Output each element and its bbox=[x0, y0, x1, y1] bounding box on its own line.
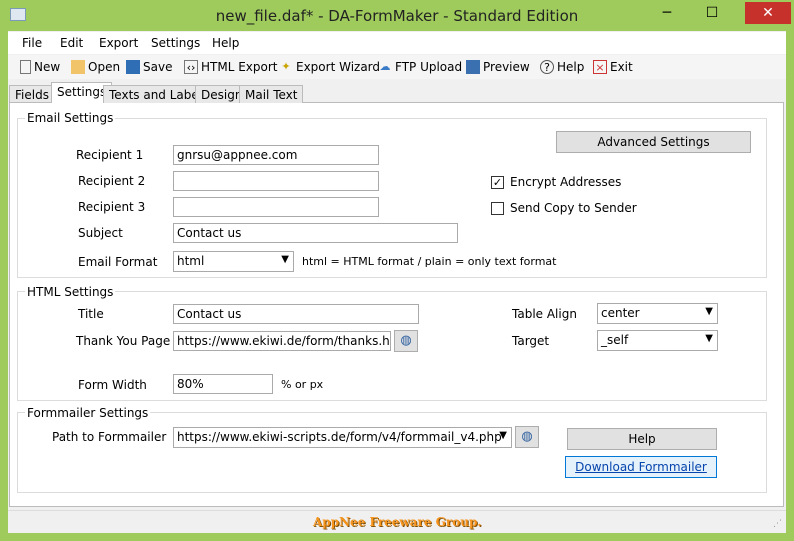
send-copy-checkbox[interactable] bbox=[491, 202, 504, 215]
tab-mail-text[interactable]: Mail Text bbox=[239, 85, 304, 103]
recipient2-input[interactable] bbox=[173, 171, 379, 191]
menu-edit[interactable]: Edit bbox=[60, 36, 83, 50]
chevron-down-icon: ▼ bbox=[705, 306, 713, 317]
label: Email Format bbox=[78, 255, 158, 269]
chevron-down-icon: ▼ bbox=[705, 333, 713, 344]
save-icon bbox=[126, 60, 140, 74]
new-file-icon bbox=[20, 60, 31, 74]
wizard-wand-icon: ✦ bbox=[281, 60, 291, 73]
label: Subject bbox=[78, 226, 123, 240]
globe-icon: ◍ bbox=[521, 429, 533, 444]
thanks-page-input[interactable]: https://www.ekiwi.de/form/thanks.htm bbox=[173, 331, 391, 351]
open-button[interactable]: Open bbox=[71, 60, 120, 74]
label: Form Width bbox=[78, 378, 147, 392]
browse-web-button[interactable]: ◍ bbox=[515, 426, 539, 448]
exit-button[interactable]: × Exit bbox=[593, 60, 633, 74]
label: Open bbox=[88, 60, 121, 74]
value: center bbox=[601, 306, 640, 320]
save-button[interactable]: Save bbox=[126, 60, 172, 74]
target-select[interactable]: _self ▼ bbox=[597, 330, 718, 351]
table-align-select[interactable]: center ▼ bbox=[597, 303, 718, 324]
label: FTP Upload bbox=[395, 60, 463, 74]
maximize-button[interactable]: ☐ bbox=[697, 2, 727, 24]
value: _self bbox=[601, 333, 629, 347]
monitor-icon bbox=[466, 60, 480, 74]
encrypt-checkbox[interactable]: ✓ bbox=[491, 176, 504, 189]
help-icon: ? bbox=[540, 60, 554, 74]
status-bar: AppNee Freeware Group. ⋰ bbox=[8, 510, 786, 533]
exit-icon: × bbox=[593, 60, 607, 74]
menu-bar: File Edit Export Settings Help bbox=[8, 32, 786, 54]
form-width-input[interactable]: 80% bbox=[173, 374, 273, 394]
html-export-button[interactable]: ‹› HTML Export bbox=[184, 60, 278, 74]
group-label: Formmailer Settings bbox=[25, 406, 151, 420]
ftp-upload-button[interactable]: ☁ FTP Upload bbox=[378, 60, 463, 74]
email-format-select[interactable]: html ▼ bbox=[173, 251, 294, 272]
value: https://www.ekiwi-scripts.de/form/v4/for… bbox=[177, 430, 502, 444]
minimize-button[interactable]: ─ bbox=[652, 2, 682, 24]
label: Table Align bbox=[512, 307, 577, 321]
label: Export Wizard bbox=[296, 60, 381, 74]
label: Title bbox=[78, 307, 104, 321]
label: Preview bbox=[483, 60, 530, 74]
label: Recipient 1 bbox=[76, 148, 144, 162]
advanced-settings-button[interactable]: Advanced Settings bbox=[556, 131, 751, 153]
menu-file[interactable]: File bbox=[22, 36, 42, 50]
format-hint: html = HTML format / plain = only text f… bbox=[302, 255, 557, 268]
label: Thank You Page bbox=[76, 334, 171, 348]
menu-export[interactable]: Export bbox=[99, 36, 138, 50]
label: Exit bbox=[610, 60, 633, 74]
title-input[interactable]: Contact us bbox=[173, 304, 419, 324]
label: Target bbox=[512, 334, 550, 348]
open-folder-icon bbox=[71, 60, 85, 74]
recipient1-input[interactable]: gnrsu@appnee.com bbox=[173, 145, 379, 165]
label: Encrypt Addresses bbox=[510, 175, 622, 189]
label: Recipient 2 bbox=[78, 174, 146, 188]
close-button[interactable]: ✕ bbox=[745, 2, 791, 24]
app-icon bbox=[10, 8, 26, 21]
brand-watermark: AppNee Freeware Group. bbox=[313, 515, 482, 529]
formmailer-help-button[interactable]: Help bbox=[567, 428, 717, 450]
subject-input[interactable]: Contact us bbox=[173, 223, 458, 243]
download-formmailer-button[interactable]: Download Formmailer bbox=[565, 456, 717, 478]
export-wizard-button[interactable]: ✦ Export Wizard bbox=[279, 60, 380, 74]
browse-web-button[interactable]: ◍ bbox=[394, 330, 418, 352]
label: New bbox=[34, 60, 61, 74]
toolbar: New Open Save ‹› HTML Export ✦ Export Wiza… bbox=[8, 55, 786, 79]
globe-icon: ◍ bbox=[400, 333, 412, 348]
chevron-down-icon: ▼ bbox=[499, 430, 507, 441]
chevron-down-icon: ▼ bbox=[281, 254, 289, 265]
formmailer-path-select[interactable]: https://www.ekiwi-scripts.de/form/v4/for… bbox=[173, 427, 512, 448]
value: html bbox=[177, 254, 205, 268]
label: Save bbox=[143, 60, 173, 74]
group-label: Email Settings bbox=[25, 111, 116, 125]
menu-help[interactable]: Help bbox=[212, 36, 239, 50]
label: Recipient 3 bbox=[78, 200, 146, 214]
label: HTML Export bbox=[201, 60, 278, 74]
group-label: HTML Settings bbox=[25, 285, 116, 299]
recipient3-input[interactable] bbox=[173, 197, 379, 217]
resize-grip-icon[interactable]: ⋰ bbox=[773, 519, 782, 529]
width-hint: % or px bbox=[281, 378, 324, 391]
tab-fields[interactable]: Fields bbox=[9, 85, 55, 103]
label: Help bbox=[557, 60, 585, 74]
cloud-upload-icon: ☁ bbox=[379, 60, 391, 73]
preview-button[interactable]: Preview bbox=[466, 60, 530, 74]
label: Send Copy to Sender bbox=[510, 201, 637, 215]
html-export-icon: ‹› bbox=[184, 60, 198, 74]
help-button[interactable]: ? Help bbox=[540, 60, 584, 74]
menu-settings[interactable]: Settings bbox=[151, 36, 200, 50]
formmailer-settings-group bbox=[17, 412, 767, 493]
window-title: new_file.daf* - DA-FormMaker - Standard … bbox=[215, 7, 579, 25]
label: Path to Formmailer bbox=[52, 430, 167, 444]
new-button[interactable]: New bbox=[20, 60, 60, 74]
